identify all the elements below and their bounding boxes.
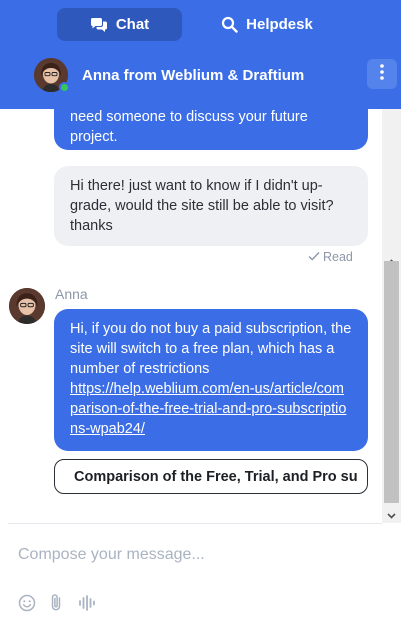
- chevron-down-icon: [387, 506, 396, 524]
- sender-name: Anna: [55, 286, 88, 302]
- user-message-bubble: Hi there! just want to know if I didn't …: [54, 166, 368, 246]
- scroll-down-arrow[interactable]: [382, 506, 401, 523]
- message-text: Hi, if you do not buy a paid subscriptio…: [70, 321, 352, 377]
- agent-message-bubble: Hi, if you do not buy a paid subscriptio…: [54, 309, 368, 451]
- composer-divider: [8, 523, 382, 524]
- scrollbar[interactable]: [382, 109, 401, 523]
- help-article-link[interactable]: https://help.weblium.com/en-us/article/c…: [70, 381, 346, 437]
- chat-bubbles-icon: [90, 17, 108, 33]
- more-options-button[interactable]: [367, 59, 397, 89]
- attach-file-button[interactable]: [46, 593, 66, 617]
- chat-header: Chat Helpdesk Anna from Weblium & Drafti…: [0, 0, 401, 109]
- online-status-dot: [59, 82, 70, 93]
- scroll-thumb[interactable]: [384, 261, 399, 503]
- tab-chat-label: Chat: [115, 16, 150, 33]
- smiley-icon: [18, 594, 36, 617]
- read-label: Read: [323, 250, 353, 264]
- agent-avatar-wrap: [34, 58, 70, 93]
- paperclip-icon: [49, 593, 63, 617]
- tab-helpdesk[interactable]: Helpdesk: [197, 8, 337, 41]
- emoji-button[interactable]: [17, 594, 37, 617]
- message-text: Hi there! just want to know if I didn't …: [70, 178, 334, 234]
- agent-name: Anna from Weblium & Draftium: [82, 66, 305, 84]
- tab-helpdesk-label: Helpdesk: [246, 16, 313, 33]
- checkmark-icon: [308, 250, 320, 264]
- tab-chat[interactable]: Chat: [57, 8, 182, 41]
- agent-message-bubble: need someone to discuss your future proj…: [54, 109, 368, 150]
- sound-wave-icon: [78, 594, 96, 616]
- search-icon: [221, 16, 238, 33]
- voice-message-button[interactable]: [77, 594, 97, 616]
- agent-info: Anna from Weblium & Draftium: [34, 57, 401, 93]
- message-text: need someone to discuss your future proj…: [70, 109, 308, 145]
- comparison-card-button[interactable]: Comparison of the Free, Trial, and Pro s…: [54, 459, 368, 494]
- message-input[interactable]: [18, 542, 368, 568]
- read-receipt: Read: [308, 250, 353, 264]
- header-tabs: Chat Helpdesk: [57, 8, 337, 41]
- message-list: need someone to discuss your future proj…: [0, 109, 401, 523]
- sender-avatar: [9, 288, 45, 324]
- vertical-dots-icon: [380, 63, 384, 85]
